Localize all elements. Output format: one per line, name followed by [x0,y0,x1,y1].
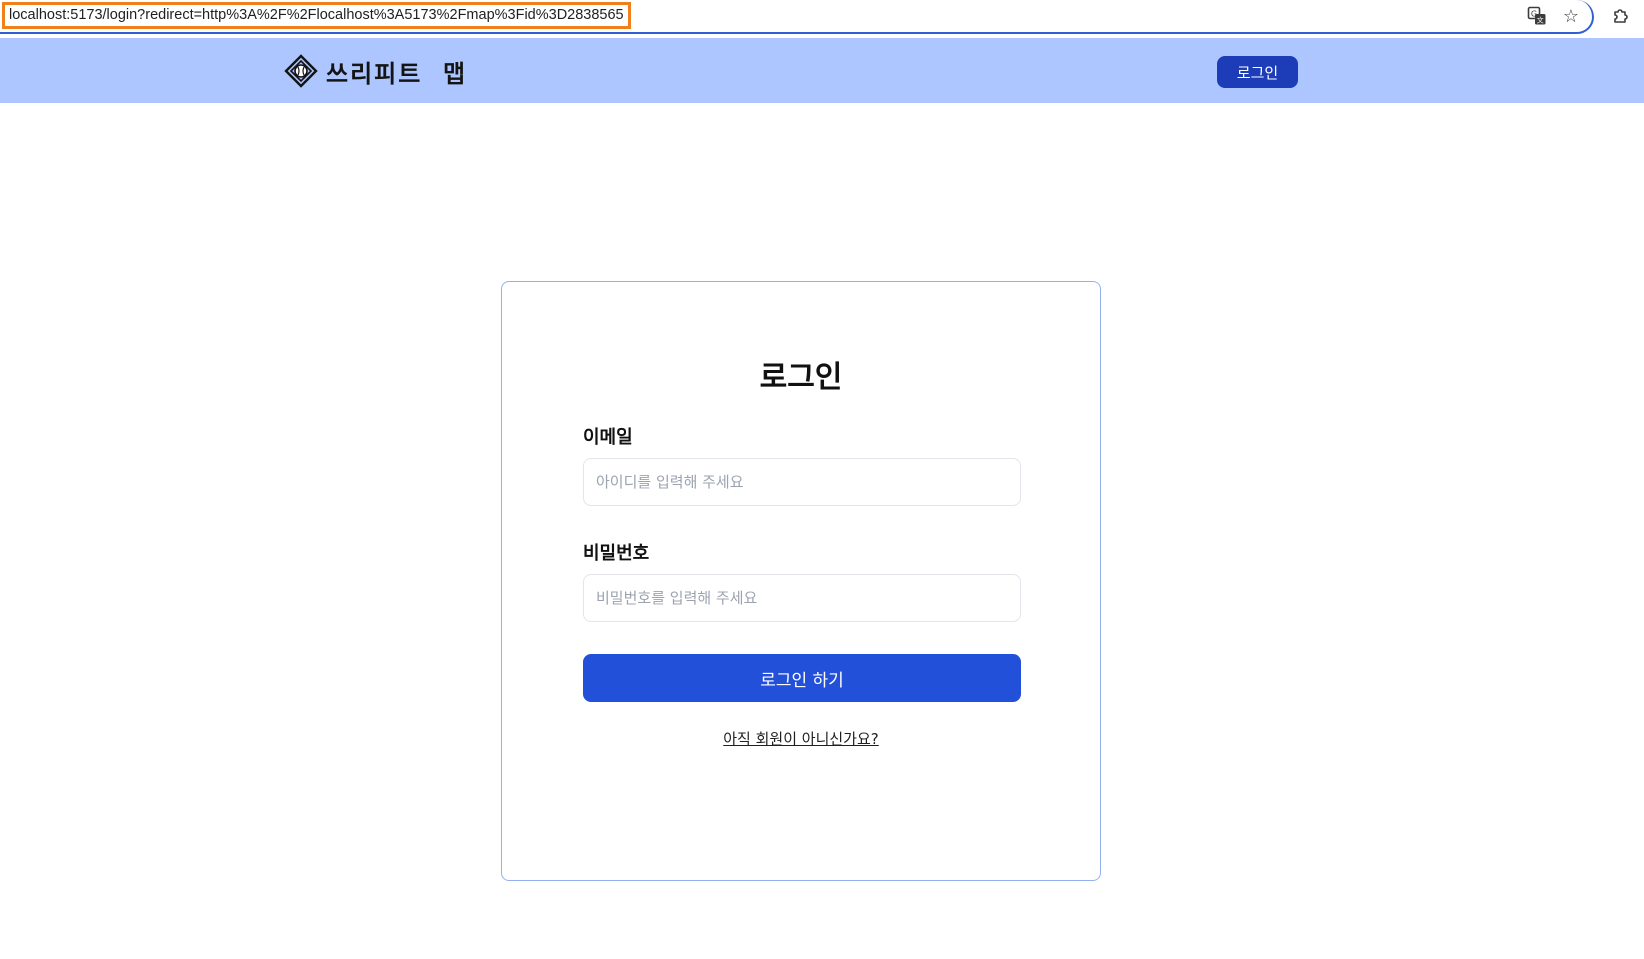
email-label: 이메일 [583,427,633,448]
extension-puzzle-icon[interactable] [1610,5,1632,27]
brand-name: 쓰리피트 맵 [326,59,468,88]
signup-link[interactable]: 아직 회원이 아니신가요? [502,728,1100,749]
translate-icon[interactable]: G 文 [1526,5,1548,27]
address-bar[interactable]: localhost:5173/login?redirect=http%3A%2F… [0,0,1594,34]
login-submit-button[interactable]: 로그인 하기 [583,654,1021,702]
baseball-diamond-logo-icon [284,54,318,88]
email-input[interactable] [583,458,1021,506]
browser-toolbar: localhost:5173/login?redirect=http%3A%2F… [0,0,1644,34]
password-input[interactable] [583,574,1021,622]
password-label: 비밀번호 [583,543,650,564]
login-card: 로그인 이메일 비밀번호 로그인 하기 아직 회원이 아니신가요? [501,281,1101,881]
header-login-button[interactable]: 로그인 [1217,56,1298,88]
url-text[interactable]: localhost:5173/login?redirect=http%3A%2F… [2,2,631,29]
brand-home-link[interactable]: 쓰리피트 맵 [284,53,467,89]
page-title: 로그인 [759,360,843,395]
svg-text:文: 文 [1537,16,1544,25]
site-header: 쓰리피트 맵 로그인 [0,38,1644,103]
bookmark-star-icon[interactable]: ☆ [1560,5,1582,27]
